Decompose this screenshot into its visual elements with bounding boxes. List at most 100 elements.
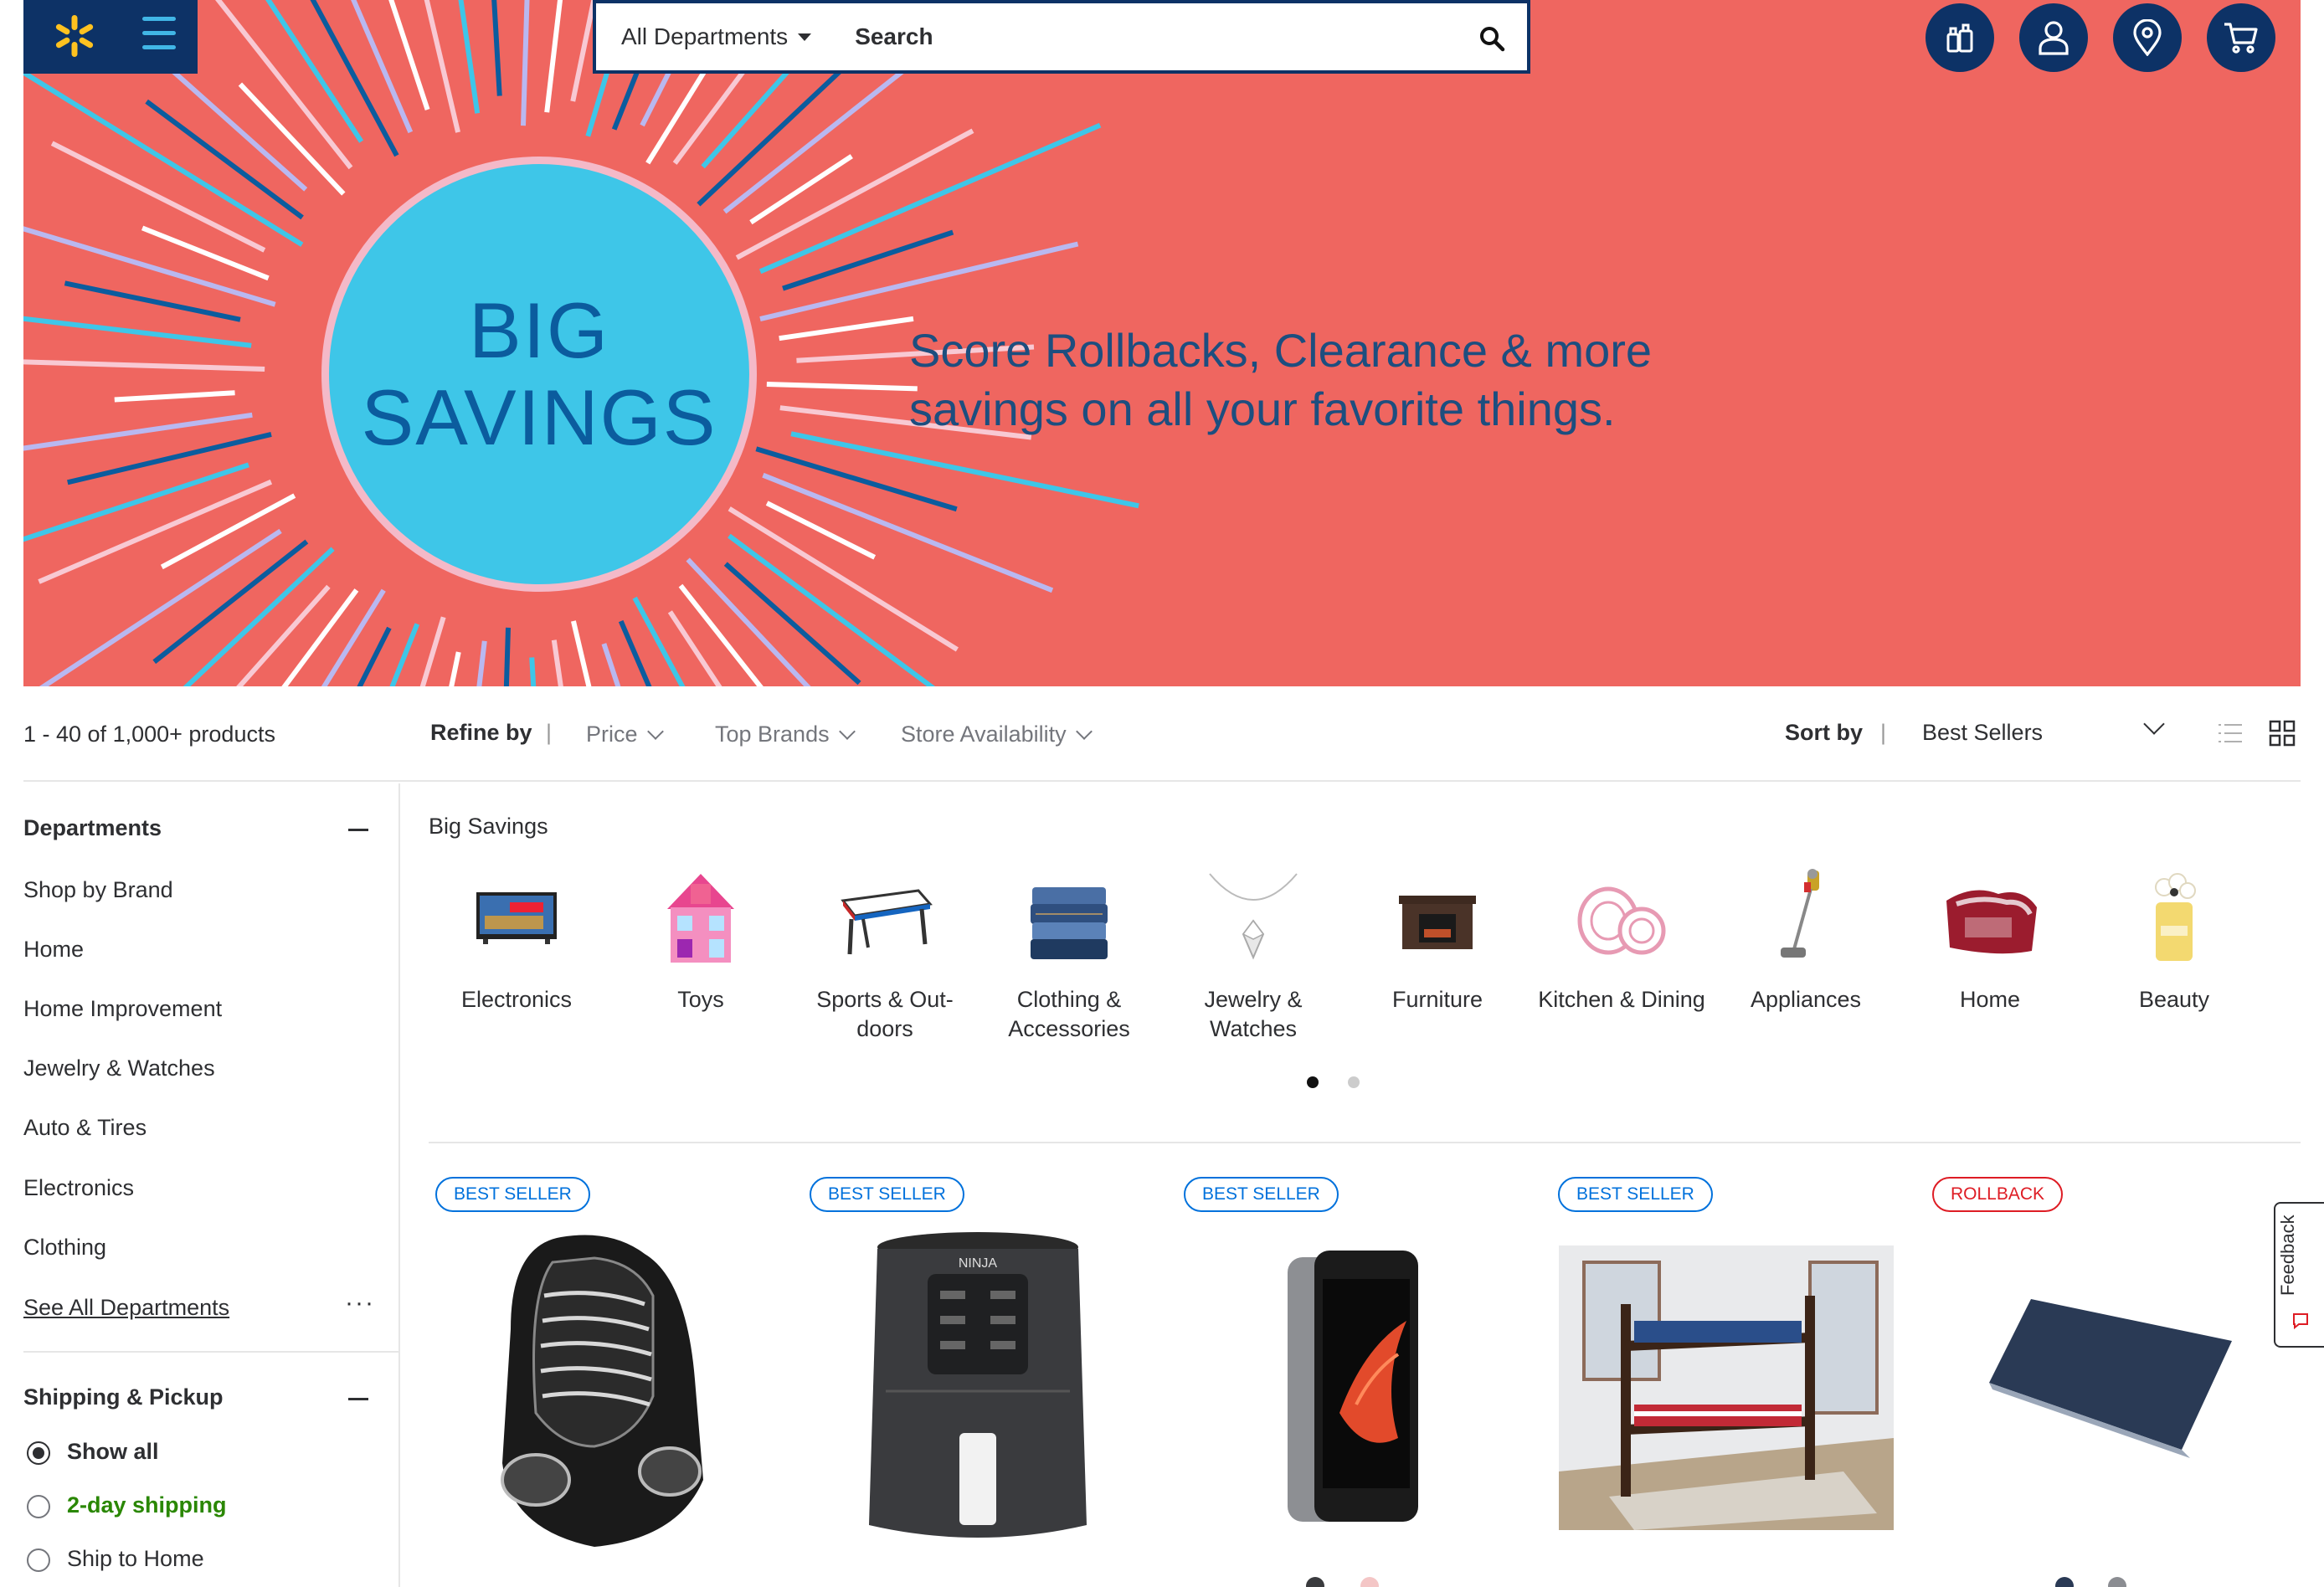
chevron-down-icon bbox=[838, 722, 856, 740]
big-savings-section-title: Big Savings bbox=[429, 814, 548, 839]
see-all-departments-link[interactable]: See All Departments bbox=[23, 1295, 229, 1321]
sort-by-label: Sort by bbox=[1785, 720, 1864, 745]
product-color-swatch[interactable] bbox=[2108, 1577, 2126, 1587]
laptop-image[interactable] bbox=[1981, 1282, 2232, 1483]
sunburst-ray bbox=[310, 0, 399, 157]
radio-show-all[interactable] bbox=[27, 1441, 50, 1465]
sunburst-ray bbox=[281, 588, 359, 686]
sidebar-item-home[interactable]: Home bbox=[23, 937, 84, 963]
store-location-icon bbox=[2133, 19, 2162, 56]
sidebar-item-jewelry-watches[interactable]: Jewelry & Watches bbox=[23, 1055, 215, 1081]
price-filter[interactable]: Price bbox=[586, 722, 664, 747]
radio-ship-to-home[interactable] bbox=[27, 1548, 50, 1572]
carousel-dot[interactable] bbox=[1348, 1076, 1360, 1088]
search-icon[interactable] bbox=[1478, 25, 1505, 52]
cart-button[interactable] bbox=[2207, 3, 2275, 72]
shipping-pickup-heading[interactable]: Shipping & Pickup bbox=[23, 1384, 224, 1410]
product-color-swatch[interactable] bbox=[1360, 1577, 1379, 1587]
cart-icon bbox=[2224, 23, 2258, 54]
account-button[interactable] bbox=[2019, 3, 2088, 72]
grid-view-icon[interactable] bbox=[2269, 720, 2296, 747]
sidebar-item-clothing[interactable]: Clothing bbox=[23, 1235, 106, 1261]
sidebar-item-home-improvement[interactable]: Home Improvement bbox=[23, 996, 222, 1022]
air-fryer-image[interactable]: NINJA bbox=[810, 1224, 1145, 1559]
hero-banner[interactable]: BIG SAVINGS Score Rollbacks, Clearance &… bbox=[23, 0, 2301, 686]
sunburst-ray bbox=[618, 619, 652, 686]
store-location-button[interactable] bbox=[2113, 3, 2182, 72]
car-seat-image[interactable] bbox=[460, 1229, 728, 1555]
sunburst-ray bbox=[686, 557, 811, 686]
chevron-down-icon bbox=[2143, 713, 2165, 735]
sunburst-ray bbox=[544, 0, 563, 113]
collapse-departments-icon[interactable] bbox=[348, 829, 368, 831]
perfume-icon bbox=[2155, 873, 2196, 961]
air-hockey-table-icon bbox=[841, 889, 933, 955]
category-label: Clothing & Accessories bbox=[1008, 987, 1130, 1041]
category-toys[interactable]: Toys bbox=[617, 867, 784, 1014]
feedback-tab[interactable]: Feedback bbox=[2274, 1202, 2324, 1348]
rollback-badge: ROLLBACK bbox=[1932, 1177, 2064, 1212]
category-clothing-accessories[interactable]: Clothing & Accessories bbox=[985, 867, 1153, 1044]
sunburst-ray bbox=[728, 506, 959, 652]
sunburst-ray bbox=[236, 584, 331, 686]
reorder-button[interactable] bbox=[1926, 3, 1994, 72]
sunburst-ray bbox=[23, 462, 249, 542]
sunburst-ray bbox=[755, 446, 958, 512]
category-appliances[interactable]: Appliances bbox=[1722, 867, 1890, 1014]
category-label: Toys bbox=[677, 987, 724, 1012]
departments-heading[interactable]: Departments bbox=[23, 815, 162, 841]
radio-label-show-all[interactable]: Show all bbox=[67, 1439, 159, 1465]
category-label: Sports & Out-doors bbox=[816, 987, 954, 1041]
sunburst-ray bbox=[749, 154, 853, 225]
search-bar: All Departments bbox=[593, 0, 1530, 74]
radio-2-day-shipping[interactable] bbox=[27, 1495, 50, 1518]
sunburst-ray bbox=[449, 651, 461, 686]
sort-separator: | bbox=[1880, 720, 1887, 745]
sunburst-ray bbox=[529, 657, 537, 686]
sunburst-ray bbox=[678, 583, 764, 686]
department-dropdown[interactable]: All Departments bbox=[596, 23, 812, 50]
category-beauty[interactable]: Beauty bbox=[2090, 867, 2258, 1014]
search-input[interactable] bbox=[855, 23, 1442, 50]
sunburst-ray bbox=[23, 412, 253, 451]
menu-icon[interactable] bbox=[142, 17, 176, 52]
result-count: 1 - 40 of 1,000+ products bbox=[23, 722, 275, 747]
category-label: Appliances bbox=[1750, 987, 1862, 1012]
smartphone-image[interactable] bbox=[1281, 1245, 1423, 1530]
list-view-icon[interactable] bbox=[2217, 720, 2244, 747]
sunburst-ray bbox=[601, 643, 621, 686]
collapse-shipping-icon[interactable] bbox=[348, 1398, 368, 1400]
radio-label-ship-to-home[interactable]: Ship to Home bbox=[67, 1546, 204, 1572]
sidebar-item-auto-tires[interactable]: Auto & Tires bbox=[23, 1115, 147, 1141]
sort-chevron[interactable] bbox=[2143, 713, 2165, 735]
carousel-dot-active[interactable] bbox=[1307, 1076, 1319, 1088]
sidebar-item-electronics[interactable]: Electronics bbox=[23, 1175, 134, 1201]
sunburst-ray bbox=[728, 533, 936, 686]
category-electronics[interactable]: Electronics bbox=[433, 867, 600, 1014]
feedback-label: Feedback bbox=[2277, 1215, 2298, 1296]
sunburst-ray bbox=[766, 382, 918, 392]
more-options-icon[interactable]: ··· bbox=[345, 1289, 375, 1317]
product-color-swatch[interactable] bbox=[1306, 1577, 1324, 1587]
category-furniture[interactable]: Furniture bbox=[1354, 867, 1521, 1014]
stick-vacuum-icon bbox=[1781, 869, 1819, 958]
sort-select[interactable]: Best Sellers bbox=[1922, 720, 2043, 746]
bunk-bed-image[interactable] bbox=[1559, 1245, 1894, 1530]
header-logo-area bbox=[23, 0, 198, 74]
top-brands-filter[interactable]: Top Brands bbox=[715, 722, 856, 747]
price-filter-label: Price bbox=[586, 722, 638, 747]
radio-label-2-day-shipping[interactable]: 2-day shipping bbox=[67, 1492, 227, 1518]
top-brands-filter-label: Top Brands bbox=[715, 722, 830, 747]
category-label: Home bbox=[1959, 987, 2021, 1012]
sidebar-item-shop-by-brand[interactable]: Shop by Brand bbox=[23, 877, 173, 903]
best-seller-badge: BEST SELLER bbox=[810, 1177, 964, 1212]
product-color-swatch[interactable] bbox=[2055, 1577, 2074, 1587]
hero-line-1: BIG bbox=[469, 286, 609, 374]
category-sports-outdoors[interactable]: Sports & Out-doors bbox=[801, 867, 969, 1044]
category-kitchen-dining[interactable]: Kitchen & Dining bbox=[1538, 867, 1705, 1014]
spark-logo-icon[interactable] bbox=[52, 13, 97, 59]
category-home[interactable]: Home bbox=[1906, 867, 2074, 1014]
store-availability-filter[interactable]: Store Availability bbox=[901, 722, 1093, 747]
refine-separator: | bbox=[546, 720, 553, 745]
category-jewelry-watches[interactable]: Jewelry & Watches bbox=[1170, 867, 1337, 1044]
